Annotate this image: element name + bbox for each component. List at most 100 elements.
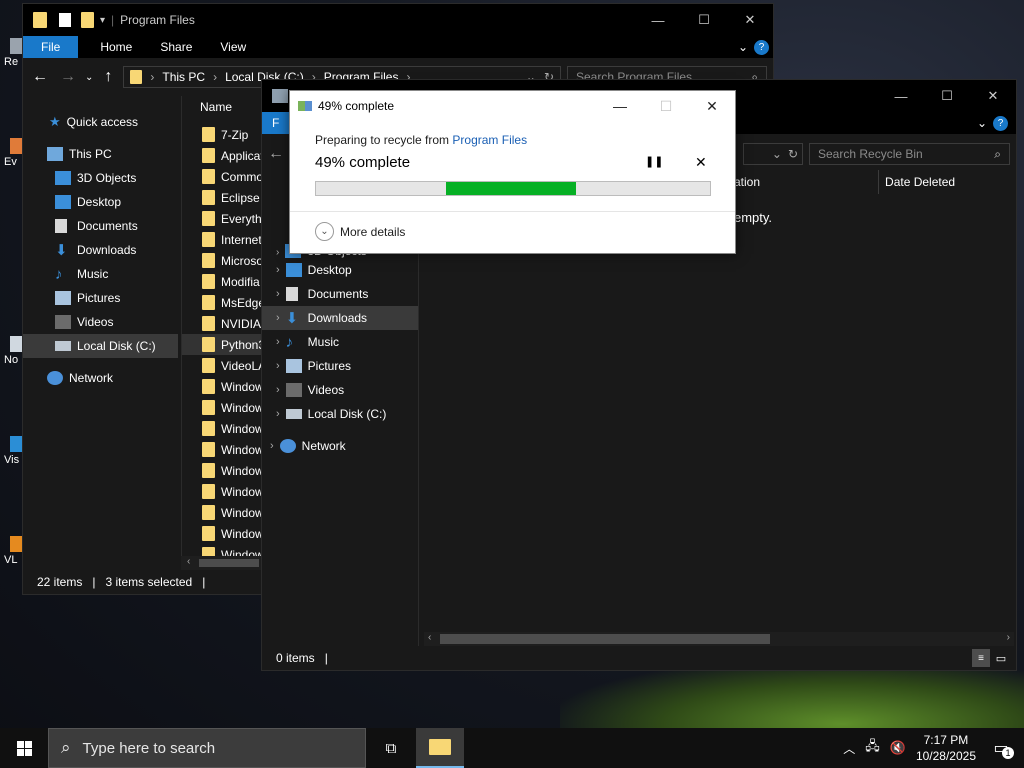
file-row-folder[interactable]: Window bbox=[182, 460, 263, 481]
nav-desktop[interactable]: Desktop bbox=[23, 190, 181, 214]
start-button[interactable] bbox=[0, 728, 48, 768]
column-header-date-deleted[interactable]: Date Deleted bbox=[885, 175, 955, 189]
taskbar-file-explorer-button[interactable] bbox=[416, 728, 464, 768]
search-box[interactable]: Search Recycle Bin ⌕ bbox=[809, 143, 1010, 165]
scroll-left-icon[interactable]: ‹ bbox=[428, 632, 431, 643]
properties-icon[interactable] bbox=[59, 13, 71, 27]
forward-icon[interactable]: → bbox=[57, 68, 79, 86]
customize-quick-access-icon[interactable]: ▾ bbox=[100, 15, 105, 26]
cancel-button[interactable]: ✕ bbox=[695, 154, 707, 171]
nav-documents[interactable]: Documents bbox=[23, 214, 181, 238]
column-header-name[interactable]: Name bbox=[182, 96, 263, 118]
tab-view[interactable]: View bbox=[206, 40, 260, 54]
expand-ribbon-icon[interactable]: ⌄ bbox=[732, 40, 754, 54]
nav-this-pc[interactable]: This PC bbox=[23, 142, 181, 166]
new-folder-icon[interactable] bbox=[81, 12, 94, 28]
scroll-thumb[interactable] bbox=[440, 634, 770, 644]
expand-chevron-icon[interactable]: › bbox=[276, 360, 280, 372]
scroll-right-icon[interactable]: › bbox=[1007, 632, 1010, 643]
nav-documents[interactable]: › Documents bbox=[262, 282, 418, 306]
search-input[interactable]: Search Recycle Bin bbox=[818, 147, 923, 161]
nav-3d-objects[interactable]: 3D Objects bbox=[23, 166, 181, 190]
nav-downloads[interactable]: ⬇ Downloads bbox=[23, 238, 181, 262]
tab-home[interactable]: Home bbox=[86, 40, 146, 54]
close-button[interactable]: ✕ bbox=[689, 91, 735, 121]
back-icon[interactable]: ← bbox=[268, 145, 284, 163]
file-row-folder[interactable]: Python3 bbox=[182, 334, 263, 355]
address-bar[interactable]: ⌄ ↻ bbox=[743, 143, 803, 165]
file-row-folder[interactable]: Everythi bbox=[182, 208, 263, 229]
file-row-folder[interactable]: MsEdge bbox=[182, 292, 263, 313]
expand-ribbon-icon[interactable]: ⌄ bbox=[971, 116, 993, 130]
file-row-folder[interactable]: NVIDIA bbox=[182, 313, 263, 334]
tab-file[interactable]: File bbox=[23, 36, 79, 58]
minimize-button[interactable]: — bbox=[635, 4, 681, 36]
file-row-folder[interactable]: 7-Zip bbox=[182, 124, 263, 145]
help-icon[interactable]: ? bbox=[754, 39, 769, 55]
more-details-toggle[interactable]: ⌄ More details bbox=[315, 222, 405, 241]
expand-chevron-icon[interactable]: › bbox=[270, 440, 274, 452]
file-row-folder[interactable]: Window bbox=[182, 502, 263, 523]
address-dropdown-icon[interactable]: ⌄ bbox=[772, 147, 782, 161]
horizontal-scrollbar[interactable]: ‹ bbox=[181, 556, 263, 570]
nav-local-disk[interactable]: › Local Disk (C:) bbox=[262, 402, 418, 426]
network-status-icon[interactable]: 🖧 bbox=[865, 737, 880, 759]
taskbar-search-input[interactable]: Type here to search bbox=[83, 740, 216, 757]
refresh-icon[interactable]: ↻ bbox=[788, 147, 798, 161]
large-icons-view-button[interactable]: ▭ bbox=[990, 649, 1012, 667]
file-row-folder[interactable]: Internet bbox=[182, 229, 263, 250]
file-row-folder[interactable]: VideoLA bbox=[182, 355, 263, 376]
file-row-folder[interactable]: Window bbox=[182, 418, 263, 439]
file-row-folder[interactable]: Window bbox=[182, 439, 263, 460]
file-row-folder[interactable]: Commo bbox=[182, 166, 263, 187]
close-button[interactable]: ✕ bbox=[970, 80, 1016, 112]
show-hidden-icons-chevron[interactable]: ︿ bbox=[843, 740, 855, 757]
scroll-left-icon[interactable]: ‹ bbox=[187, 556, 190, 567]
nav-pictures[interactable]: › Pictures bbox=[262, 354, 418, 378]
file-row-folder[interactable]: Window bbox=[182, 376, 263, 397]
file-row-folder[interactable]: Eclipse A bbox=[182, 187, 263, 208]
file-row-folder[interactable]: Applicat bbox=[182, 145, 263, 166]
breadcrumb-this-pc[interactable]: This PC bbox=[162, 70, 205, 84]
nav-network[interactable]: Network bbox=[23, 366, 181, 390]
pause-button[interactable]: ❚❚ bbox=[645, 155, 663, 168]
notification-center-button[interactable]: ▭ 1 bbox=[986, 733, 1016, 763]
expand-chevron-icon[interactable]: › bbox=[276, 288, 280, 300]
nav-downloads[interactable]: › ⬇ Downloads bbox=[262, 306, 418, 330]
nav-pictures[interactable]: Pictures bbox=[23, 286, 181, 310]
tab-file[interactable]: F bbox=[262, 112, 290, 134]
minimize-button[interactable]: — bbox=[597, 91, 643, 121]
maximize-button[interactable]: ☐ bbox=[924, 80, 970, 112]
expand-chevron-icon[interactable]: › bbox=[276, 264, 280, 276]
nav-network[interactable]: › Network bbox=[262, 434, 418, 458]
expand-chevron-icon[interactable]: › bbox=[276, 336, 280, 348]
nav-music[interactable]: › ♪ Music bbox=[262, 330, 418, 354]
nav-videos[interactable]: › Videos bbox=[262, 378, 418, 402]
volume-muted-icon[interactable]: 🔇 bbox=[890, 740, 906, 756]
file-row-folder[interactable]: Modifia bbox=[182, 271, 263, 292]
nav-local-disk[interactable]: Local Disk (C:) bbox=[23, 334, 178, 358]
task-view-button[interactable]: ⧉ bbox=[366, 728, 416, 768]
nav-videos[interactable]: Videos bbox=[23, 310, 181, 334]
source-folder-link[interactable]: Program Files bbox=[452, 133, 527, 147]
help-icon[interactable]: ? bbox=[993, 115, 1008, 131]
expand-chevron-icon[interactable]: › bbox=[276, 408, 280, 420]
maximize-button[interactable]: ☐ bbox=[681, 4, 727, 36]
expand-chevron-icon[interactable]: › bbox=[276, 384, 280, 396]
file-row-folder[interactable]: Microso bbox=[182, 250, 263, 271]
scroll-thumb[interactable] bbox=[199, 559, 259, 567]
tab-share[interactable]: Share bbox=[146, 40, 206, 54]
file-row-folder[interactable]: Window bbox=[182, 481, 263, 502]
column-header-original-location[interactable]: ation bbox=[734, 175, 760, 189]
horizontal-scrollbar[interactable]: ‹ › bbox=[424, 632, 1014, 646]
details-view-button[interactable]: ≡ bbox=[972, 649, 990, 667]
close-button[interactable]: ✕ bbox=[727, 4, 773, 36]
minimize-button[interactable]: — bbox=[878, 80, 924, 112]
nav-music[interactable]: ♪ Music bbox=[23, 262, 181, 286]
clock[interactable]: 7:17 PM 10/28/2025 bbox=[916, 732, 976, 764]
expand-chevron-icon[interactable]: › bbox=[276, 312, 280, 324]
taskbar-search-box[interactable]: ⌕ Type here to search bbox=[48, 728, 366, 768]
up-icon[interactable]: ↑ bbox=[99, 68, 117, 86]
dialog-title-bar[interactable]: 49% complete — ☐ ✕ bbox=[290, 91, 735, 121]
title-bar[interactable]: ▾ | Program Files — ☐ ✕ bbox=[23, 4, 773, 36]
